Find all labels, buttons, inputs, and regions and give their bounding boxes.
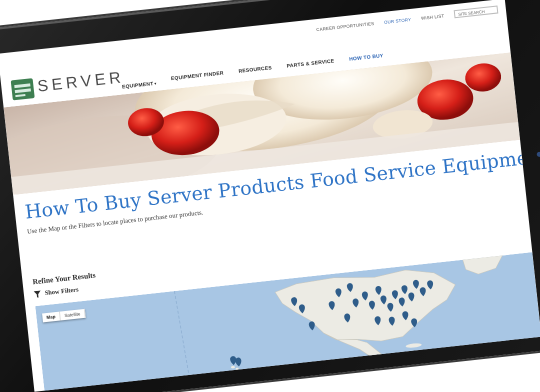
tablet-screen: CAREER OPPORTUNITIES OUR STORY WISH LIST… xyxy=(0,0,540,392)
show-filters-label: Show Filters xyxy=(44,286,79,298)
logo-icon[interactable] xyxy=(10,78,35,101)
nav-item-equipment[interactable]: EQUIPMENT▾ xyxy=(121,72,157,94)
logo-text[interactable]: SERVER xyxy=(37,69,126,96)
utility-link-our-story[interactable]: OUR STORY xyxy=(384,16,412,24)
nav-item-equipment-finder[interactable]: EQUIPMENT FINDER xyxy=(171,70,224,82)
nav-item-resources[interactable]: RESOURCES xyxy=(238,65,272,75)
caret-down-icon: ▾ xyxy=(154,80,157,86)
search-placeholder: SITE SEARCH xyxy=(457,8,485,17)
tablet-device: CAREER OPPORTUNITIES OUR STORY WISH LIST… xyxy=(0,0,540,392)
nav-item-parts-service[interactable]: PARTS & SERVICE xyxy=(286,58,334,69)
nav-item-how-to-buy[interactable]: HOW TO BUY xyxy=(349,53,384,63)
nav-label-equipment: EQUIPMENT xyxy=(121,81,154,91)
show-filters-toggle[interactable]: Show Filters xyxy=(33,286,79,298)
utility-link-wish-list[interactable]: WISH LIST xyxy=(421,13,445,20)
map-view-button[interactable]: Map xyxy=(42,311,61,323)
site-search-input[interactable]: SITE SEARCH xyxy=(453,5,499,19)
funnel-icon xyxy=(33,290,41,298)
refine-heading: Refine Your Results xyxy=(32,270,97,287)
utility-link-careers[interactable]: CAREER OPPORTUNITIES xyxy=(316,20,374,31)
sensor-dot xyxy=(536,151,540,158)
photo-scene: CAREER OPPORTUNITIES OUR STORY WISH LIST… xyxy=(0,0,540,392)
